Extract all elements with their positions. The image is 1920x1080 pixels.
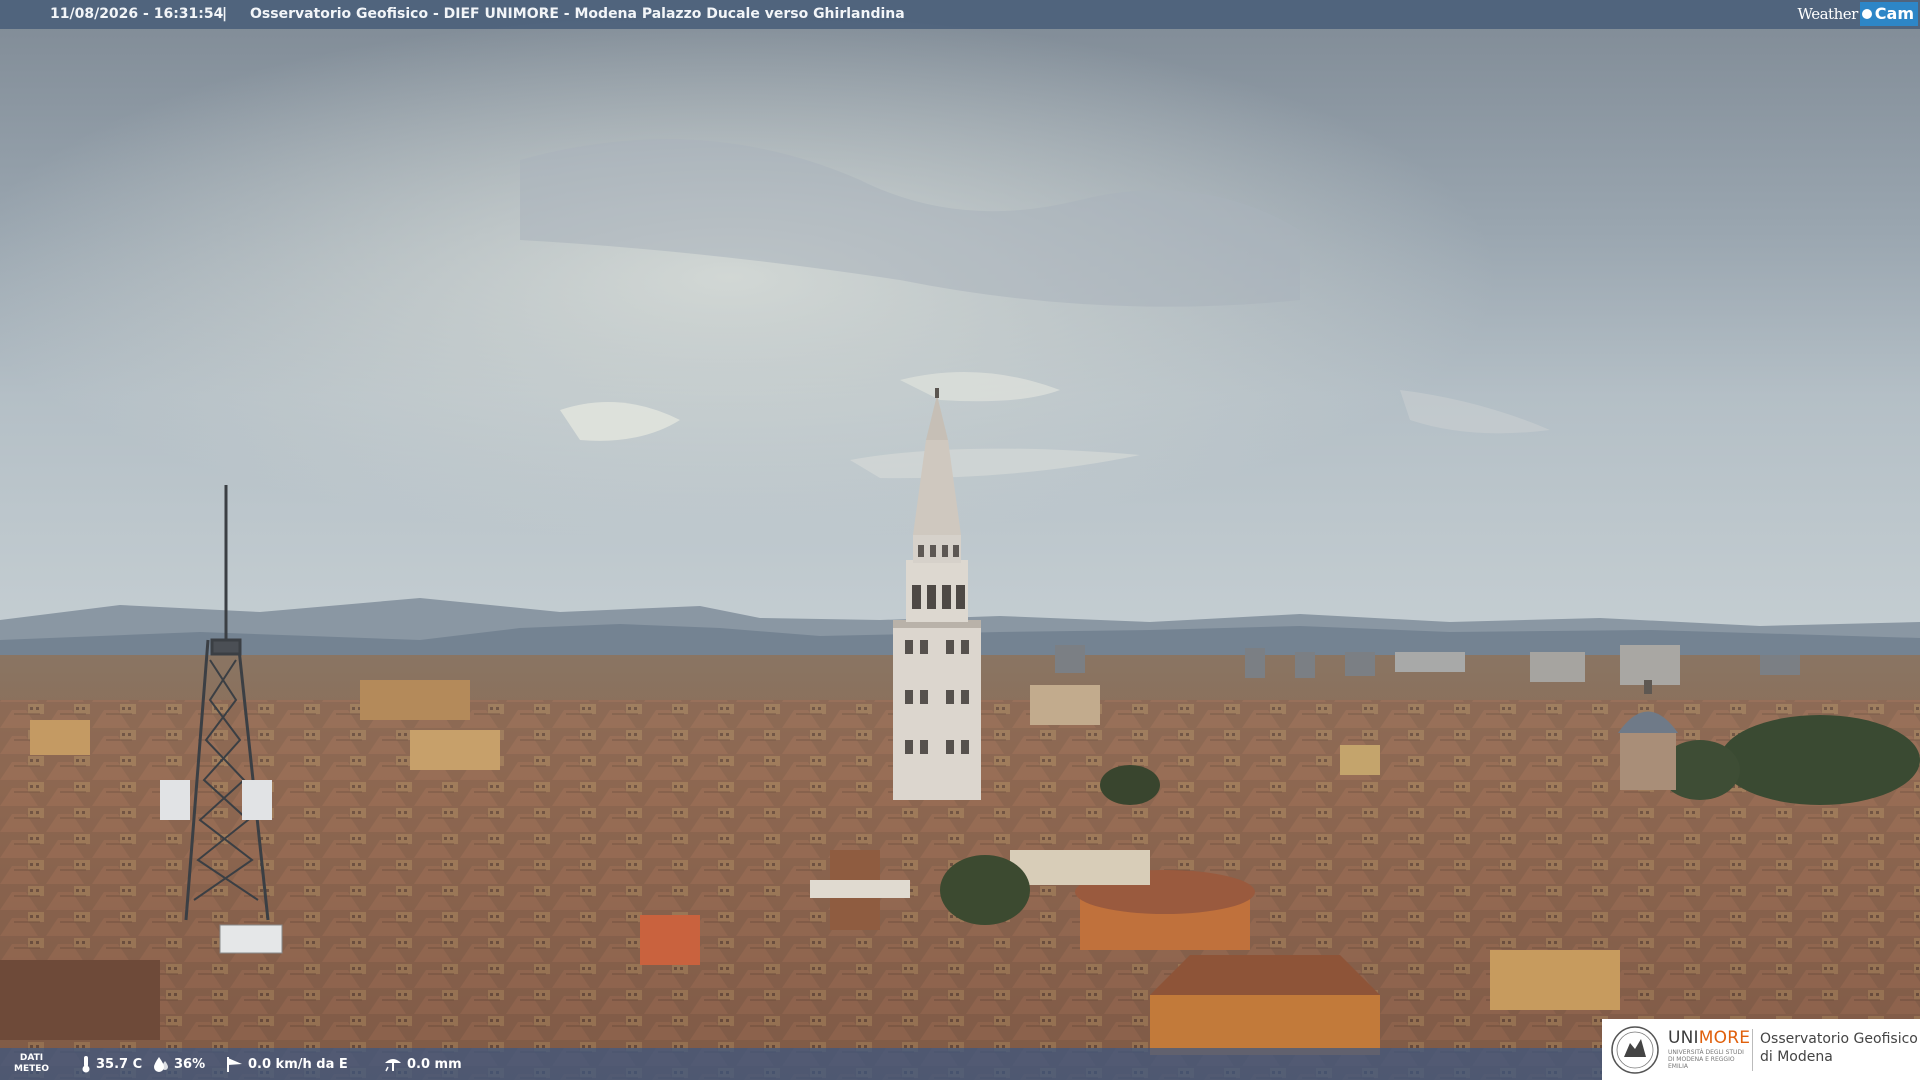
wind-value: 0.0 km/h da E — [248, 1056, 348, 1072]
temperature-reading: 35.7 C — [80, 1048, 142, 1080]
logo-divider — [1752, 1029, 1753, 1071]
caption-bar: 11/08/2026 - 16:31:54 | Osservatorio Geo… — [0, 0, 1920, 29]
university-seal-icon — [1611, 1026, 1659, 1074]
unimore-wordmark: UNIMORE — [1668, 1028, 1750, 1048]
camera-title: Osservatorio Geofisico - DIEF UNIMORE - … — [250, 6, 905, 22]
wind-vane-icon — [227, 1057, 242, 1072]
weather-label-line1: DATI — [19, 1053, 44, 1063]
logo-cam-text: Cam — [1874, 4, 1914, 23]
observatory-name: Osservatorio Geofisico di Modena — [1760, 1030, 1918, 1066]
humidity-value: 36% — [174, 1056, 206, 1072]
wind-reading: 0.0 km/h da E — [224, 1048, 348, 1080]
weathercam-logo: Weather Cam — [1798, 1, 1918, 27]
humidity-reading: 36% — [152, 1048, 205, 1080]
thermometer-icon — [82, 1056, 90, 1073]
timestamp: 11/08/2026 - 16:31:54 — [50, 6, 224, 22]
weather-bar: DATI METEO 35.7 C 36% 0.0 km/h da E 0.0 … — [0, 1048, 1602, 1080]
brand-part1: UNI — [1668, 1028, 1699, 1048]
weather-bar-label: DATI METEO — [14, 1053, 49, 1075]
temperature-value: 35.7 C — [96, 1056, 143, 1072]
logo-lens-icon — [1861, 9, 1872, 19]
rain-value: 0.0 mm — [407, 1056, 462, 1072]
caption-separator: | — [222, 6, 228, 22]
rain-reading: 0.0 mm — [383, 1048, 462, 1080]
weather-label-line2: METEO — [14, 1064, 50, 1074]
observatory-line1: Osservatorio Geofisico — [1760, 1031, 1918, 1047]
logo-cam-badge: Cam — [1859, 2, 1918, 26]
humidity-drop-icon — [154, 1057, 168, 1072]
university-fullname: UNIVERSITÀ DEGLI STUDI DI MODENA E REGGI… — [1668, 1049, 1744, 1070]
unimore-logo-box: UNIMORE UNIVERSITÀ DEGLI STUDI DI MODENA… — [1602, 1019, 1920, 1080]
observatory-line2: di Modena — [1760, 1049, 1833, 1065]
rain-gauge-icon — [385, 1059, 401, 1072]
logo-weather-text: Weather — [1797, 4, 1859, 23]
brand-part2: MORE — [1698, 1028, 1751, 1048]
webcam-photo — [0, 0, 1920, 1080]
